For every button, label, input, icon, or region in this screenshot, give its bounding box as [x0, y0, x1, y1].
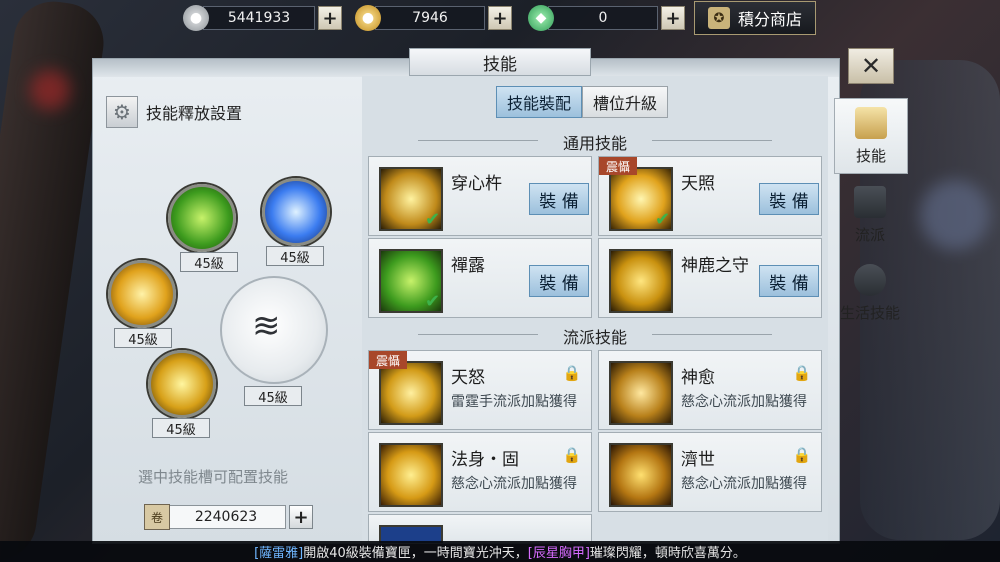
skill-card-chuanxin[interactable]: ✔ 穿心杵 裝 備	[368, 156, 592, 236]
stun-badge: 震懾	[369, 351, 407, 369]
equip-button[interactable]: 裝 備	[529, 183, 589, 215]
gear-icon[interactable]: ⚙	[106, 96, 138, 128]
skill-tabs: 技能裝配 槽位升級	[496, 86, 669, 118]
skill-name: 神愈	[681, 368, 715, 388]
add-silver-button[interactable]: +	[318, 6, 342, 30]
skill-list-section: 技能裝配 槽位升級 通用技能 ✔ 穿心杵 裝 備 震懾 ✔ 天照 裝 備 ✔ 禪…	[362, 76, 828, 543]
deer-skill-icon	[609, 249, 673, 313]
skill-slot-3[interactable]	[108, 260, 176, 328]
add-jade-button[interactable]: +	[661, 6, 685, 30]
side-tab-school[interactable]: 流派	[834, 178, 906, 252]
skill-card-shenlu[interactable]: 神鹿之守 裝 備	[598, 238, 822, 318]
slot-hint: 選中技能槽可配置技能	[138, 468, 289, 486]
school-skills-title: 流派技能	[562, 328, 627, 347]
book-icon	[854, 185, 886, 218]
equip-button[interactable]: 裝 備	[759, 183, 819, 215]
slot-level: 45級	[244, 386, 302, 406]
skill-card-shenyu[interactable]: 神愈 慈念心流派加點獲得 🔒	[598, 350, 822, 430]
skill-slot-1[interactable]	[168, 184, 236, 252]
side-tab-life-skill[interactable]: 生活技能	[834, 256, 906, 330]
skill-name: 穿心杵	[451, 174, 502, 194]
general-skills-title: 通用技能	[562, 134, 627, 153]
skill-source: 慈念心流派加點獲得	[451, 476, 577, 492]
skill-name: 法身・固	[451, 450, 519, 470]
skill-source: 慈念心流派加點獲得	[681, 394, 807, 410]
tab-skill-equip[interactable]: 技能裝配	[496, 86, 583, 118]
slot-level: 45級	[152, 418, 210, 438]
claw-skill-icon: ≋	[252, 306, 281, 346]
skill-slot-5[interactable]	[148, 350, 216, 418]
shenyu-skill-icon	[609, 361, 673, 425]
skill-source: 慈念心流派加點獲得	[681, 476, 807, 492]
gold-ingot-icon: ●	[355, 5, 381, 31]
shop-label: 積分商店	[737, 10, 802, 29]
ticker-text-end: 璀璨閃耀，頓時欣喜萬分。	[589, 546, 746, 561]
skill-points: 卷 2240623 +	[144, 504, 313, 530]
gold-currency: ● 7946 +	[355, 5, 512, 31]
stun-badge: 震懾	[599, 157, 637, 175]
gold-amount: 7946	[375, 6, 485, 30]
skill-name: 神鹿之守	[681, 256, 749, 276]
ticker-player[interactable]: [薩雷雅]	[254, 542, 303, 561]
points-shop-button[interactable]: ✪ 積分商店	[694, 1, 816, 35]
release-setting-label: 技能釋放設置	[146, 104, 243, 123]
add-points-button[interactable]: +	[289, 505, 313, 529]
skill-card-partial[interactable]	[368, 514, 592, 543]
skill-source: 雷霆手流派加點獲得	[451, 394, 577, 410]
points-icon: 卷	[144, 504, 170, 530]
system-ticker: [薩雷雅] 開啟40級裝備寶匣，一時間寶光沖天， [辰星胸甲] 璀璨閃耀，頓時欣…	[0, 541, 1000, 562]
jade-amount: 0	[548, 6, 658, 30]
skill-slot-2[interactable]	[262, 178, 330, 246]
side-tab-label: 流派	[854, 225, 885, 244]
divider	[652, 140, 772, 141]
add-gold-button[interactable]: +	[488, 6, 512, 30]
shop-icon: ✪	[707, 7, 730, 29]
tiannu-skill-icon	[379, 361, 443, 425]
bowl-icon	[854, 263, 886, 296]
scroll-icon	[855, 106, 887, 139]
jade-currency: ◆ 0 +	[528, 5, 685, 31]
lock-icon: 🔒	[792, 364, 812, 382]
ticker-item[interactable]: [辰星胸甲]	[528, 542, 590, 561]
silver-coin-icon: ●	[183, 5, 209, 31]
equip-button[interactable]: 裝 備	[529, 265, 589, 297]
side-tab-label: 技能	[855, 146, 886, 165]
silver-currency: ● 5441933 +	[183, 5, 342, 31]
skill-name: 禪露	[451, 256, 485, 276]
ticker-text: 開啟40級裝備寶匣，一時間寶光沖天，	[303, 546, 528, 561]
equip-button[interactable]: 裝 備	[759, 265, 819, 297]
release-setting[interactable]: ⚙ 技能釋放設置	[106, 96, 242, 128]
lock-icon: 🔒	[792, 446, 812, 464]
side-tab-label: 生活技能	[839, 303, 900, 322]
skill-name: 天怒	[451, 368, 485, 388]
check-icon: ✔	[655, 209, 671, 230]
slot-level: 45級	[114, 328, 172, 348]
skill-name: 濟世	[681, 450, 715, 470]
fashen-skill-icon	[379, 443, 443, 507]
tab-slot-upgrade[interactable]: 槽位升級	[582, 86, 669, 118]
slot-level: 45級	[180, 252, 238, 272]
jishi-skill-icon	[609, 443, 673, 507]
silver-amount: 5441933	[203, 6, 315, 30]
lock-icon: 🔒	[562, 364, 582, 382]
panel-title: 技能	[409, 48, 591, 76]
slot-level: 45級	[266, 246, 324, 266]
lock-icon: 🔒	[562, 446, 582, 464]
skill-name: 天照	[681, 174, 715, 194]
close-button[interactable]: ✕	[848, 48, 894, 84]
divider	[652, 334, 772, 335]
jade-ingot-icon: ◆	[528, 5, 554, 31]
side-tab-skill[interactable]: 技能	[834, 98, 908, 174]
check-icon: ✔	[425, 209, 441, 230]
skill-card-chanlu[interactable]: ✔ 禪露 裝 備	[368, 238, 592, 318]
check-icon: ✔	[425, 291, 441, 312]
points-value: 2240623	[166, 505, 286, 529]
skill-card-tiannu[interactable]: 震懾 天怒 雷霆手流派加點獲得 🔒	[368, 350, 592, 430]
skill-card-jishi[interactable]: 濟世 慈念心流派加點獲得 🔒	[598, 432, 822, 512]
skill-slot-section: ⚙ 技能釋放設置 45級 45級 45級 ≋ 45級 45級 選中技能槽可配置技…	[94, 80, 360, 540]
skill-slot-4[interactable]: ≋	[220, 276, 328, 384]
skill-card-fashen[interactable]: 法身・固 慈念心流派加點獲得 🔒	[368, 432, 592, 512]
skill-card-tianzhao[interactable]: 震懾 ✔ 天照 裝 備	[598, 156, 822, 236]
